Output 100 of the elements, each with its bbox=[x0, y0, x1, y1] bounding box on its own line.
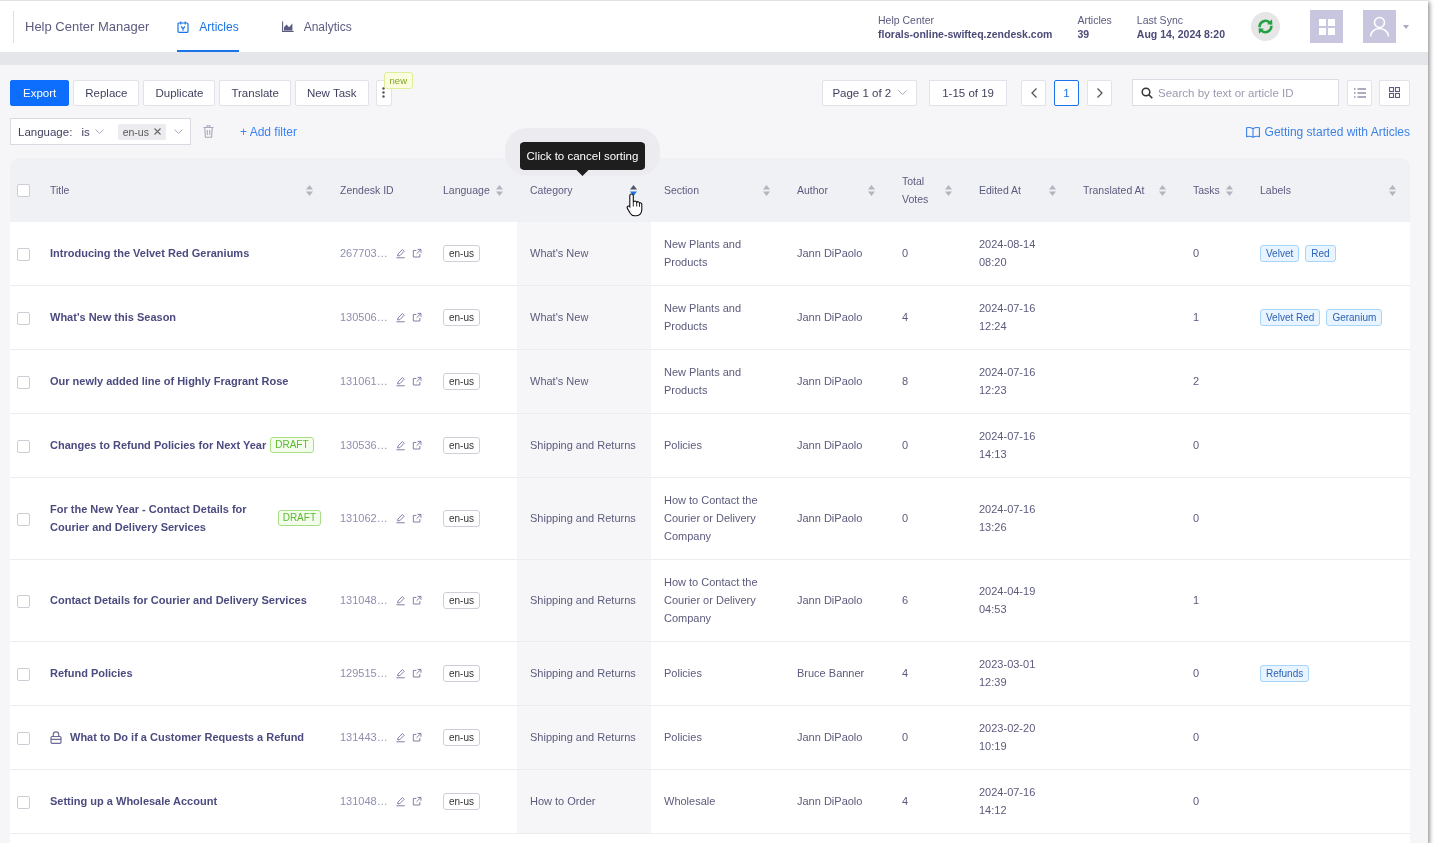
task-count: 0 bbox=[1193, 247, 1200, 259]
row-checkbox[interactable] bbox=[17, 439, 30, 453]
task-count: 0 bbox=[1193, 795, 1200, 807]
help-link[interactable]: Getting started with Articles bbox=[1245, 124, 1410, 139]
filter-value-chip[interactable]: en-us bbox=[117, 123, 166, 140]
external-link-icon[interactable] bbox=[412, 311, 422, 323]
article-id: 130506… bbox=[340, 310, 388, 325]
label-tag[interactable]: Refunds bbox=[1260, 664, 1310, 682]
article-title-link[interactable]: Contact Details for Courier and Delivery Services bbox=[50, 591, 307, 609]
page-select-dropdown[interactable]: Page 1 of 2 bbox=[822, 79, 918, 106]
list-view-button[interactable] bbox=[1347, 79, 1372, 106]
grid-icon bbox=[1318, 18, 1335, 35]
edit-icon[interactable] bbox=[395, 311, 406, 323]
vote-count: 4 bbox=[902, 667, 909, 679]
edited-date: 2023-03-01 12:39 bbox=[979, 657, 1037, 690]
account-menu-button[interactable] bbox=[1363, 10, 1409, 43]
next-page-button[interactable] bbox=[1087, 79, 1112, 106]
article-id: 131048… bbox=[340, 794, 388, 809]
vote-count: 8 bbox=[902, 375, 909, 387]
column-header[interactable]: Tasks bbox=[1193, 181, 1233, 199]
close-icon[interactable] bbox=[153, 128, 161, 135]
article-title-link[interactable]: Changes to Refund Policies for Next Year bbox=[50, 436, 267, 454]
external-link-icon[interactable] bbox=[412, 512, 422, 524]
row-checkbox[interactable] bbox=[17, 247, 30, 261]
edit-icon[interactable] bbox=[395, 594, 406, 606]
apps-button[interactable] bbox=[1310, 10, 1343, 43]
vote-count: 0 bbox=[902, 247, 909, 259]
tile-view-button[interactable] bbox=[1379, 79, 1410, 106]
page-number-button[interactable]: 1 bbox=[1054, 79, 1079, 106]
external-link-icon[interactable] bbox=[412, 795, 422, 807]
vote-count: 6 bbox=[902, 594, 909, 606]
info-label: Help Center bbox=[877, 12, 935, 27]
author-name: Bruce Banner bbox=[797, 667, 865, 679]
select-all-checkbox[interactable] bbox=[17, 183, 30, 197]
language-tag: en-us bbox=[443, 373, 480, 390]
column-header[interactable]: Language bbox=[443, 181, 503, 199]
label-tag[interactable]: Geranium bbox=[1326, 308, 1383, 326]
calendar-icon bbox=[177, 20, 190, 33]
info-label: Articles bbox=[1077, 12, 1112, 27]
chevron-down-icon[interactable] bbox=[173, 129, 183, 134]
item-range: 1-15 of 19 bbox=[929, 79, 1007, 106]
nav-tab[interactable]: Analytics bbox=[281, 1, 352, 52]
category-text: Shipping and Returns bbox=[530, 667, 636, 679]
external-link-icon[interactable] bbox=[412, 247, 422, 259]
edit-icon[interactable] bbox=[395, 667, 406, 679]
row-checkbox[interactable] bbox=[17, 667, 30, 681]
trash-icon[interactable] bbox=[203, 125, 214, 138]
article-title-link[interactable]: Setting up a Wholesale Account bbox=[50, 792, 218, 810]
action-button[interactable]: Replace bbox=[73, 79, 140, 106]
draft-badge: DRAFT bbox=[270, 437, 314, 453]
external-link-icon[interactable] bbox=[412, 731, 422, 743]
more-icon bbox=[382, 87, 386, 98]
vote-count: 0 bbox=[902, 512, 909, 524]
task-count: 1 bbox=[1193, 311, 1200, 323]
article-title-link[interactable]: For the New Year - Contact Details for Courier and Delivery Services bbox=[50, 500, 274, 536]
edit-icon[interactable] bbox=[395, 512, 406, 524]
row-checkbox[interactable] bbox=[17, 594, 30, 608]
previous-page-button[interactable] bbox=[1021, 79, 1046, 106]
edited-date: 2024-07-16 14:12 bbox=[979, 785, 1037, 818]
label-tag[interactable]: Red bbox=[1305, 244, 1336, 262]
external-link-icon[interactable] bbox=[412, 439, 422, 451]
label-tag[interactable]: Velvet bbox=[1260, 244, 1300, 262]
vote-count: 4 bbox=[902, 795, 909, 807]
article-title-link[interactable]: Our newly added line of Highly Fragrant Rose bbox=[50, 372, 289, 390]
article-title-link[interactable]: What's New this Season bbox=[50, 308, 177, 326]
language-tag: en-us bbox=[443, 437, 480, 454]
edit-icon[interactable] bbox=[395, 731, 406, 743]
row-checkbox[interactable] bbox=[17, 375, 30, 389]
action-button[interactable]: Translate bbox=[219, 79, 291, 106]
edit-icon[interactable] bbox=[395, 375, 406, 387]
edit-icon[interactable] bbox=[395, 439, 406, 451]
edit-icon[interactable] bbox=[395, 247, 406, 259]
external-link-icon[interactable] bbox=[412, 375, 422, 387]
article-title-link[interactable]: Introducing the Velvet Red Geraniums bbox=[50, 244, 250, 262]
task-count: 1 bbox=[1193, 594, 1200, 606]
sync-icon[interactable] bbox=[1251, 12, 1280, 41]
chevron-left-icon bbox=[1030, 87, 1037, 98]
article-title-link[interactable]: Refund Policies bbox=[50, 664, 133, 682]
label-tag[interactable]: Velvet Red bbox=[1260, 308, 1321, 326]
operator-dropdown[interactable]: is bbox=[81, 125, 104, 138]
info-value: Aug 14, 2024 8:20 bbox=[1136, 26, 1225, 41]
action-button[interactable]: Duplicate bbox=[143, 79, 216, 106]
external-link-icon[interactable] bbox=[412, 667, 422, 679]
external-link-icon[interactable] bbox=[412, 594, 422, 606]
info-value: 39 bbox=[1077, 26, 1091, 41]
search-field[interactable]: Search by text or article ID bbox=[1132, 79, 1339, 106]
section-text: How to Contact the Courier or Delivery Company bbox=[664, 575, 759, 626]
action-button[interactable]: New Task bbox=[294, 79, 369, 106]
row-checkbox[interactable] bbox=[17, 512, 30, 526]
row-checkbox[interactable] bbox=[17, 731, 30, 745]
row-checkbox[interactable] bbox=[17, 311, 30, 325]
edit-icon[interactable] bbox=[395, 795, 406, 807]
row-checkbox[interactable] bbox=[17, 795, 30, 809]
category-text: What's New bbox=[530, 247, 589, 259]
add-filter-link[interactable]: + Add filter bbox=[240, 124, 298, 139]
app-title: Help Center Manager bbox=[25, 19, 150, 34]
area-chart-icon bbox=[281, 21, 294, 32]
article-title-link[interactable]: What to Do if a Customer Requests a Refund bbox=[70, 728, 305, 746]
action-button[interactable]: Export bbox=[10, 79, 70, 106]
section-text: New Plants and Products bbox=[664, 365, 743, 398]
